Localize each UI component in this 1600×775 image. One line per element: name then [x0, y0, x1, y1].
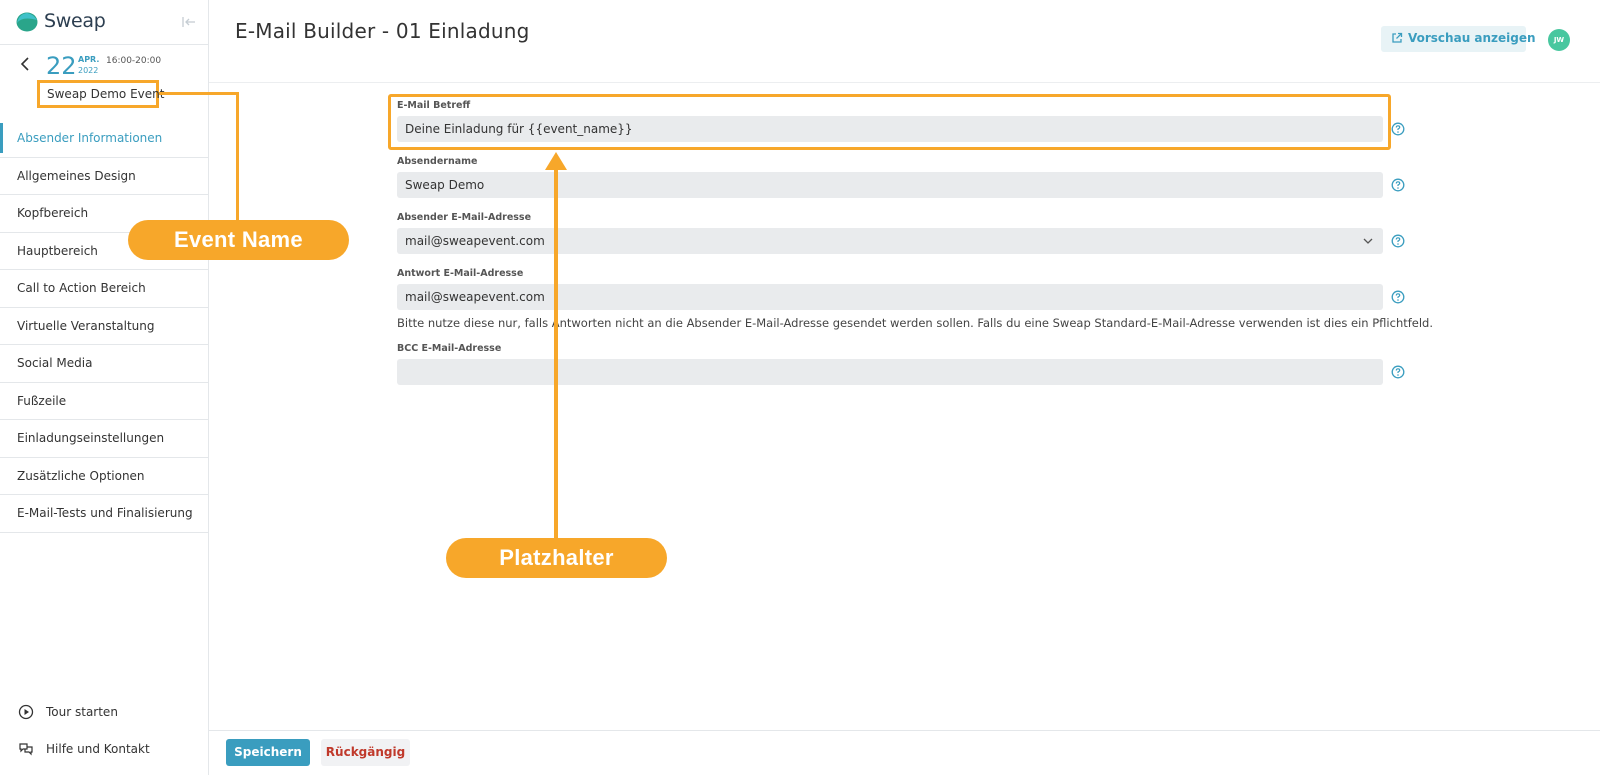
reply-email-label: Antwort E-Mail-Adresse: [397, 268, 524, 279]
chat-bubbles-icon: [19, 743, 33, 756]
subject-highlight-frame: [388, 94, 1391, 150]
sender-name-input[interactable]: [397, 172, 1383, 198]
header-divider: [209, 82, 1600, 83]
reply-email-input[interactable]: [397, 284, 1383, 310]
tour-start-link[interactable]: Tour starten: [18, 703, 203, 723]
sweap-logo-icon: [16, 12, 38, 32]
annotation-event-name: Event Name: [128, 220, 349, 260]
help-contact-label: Hilfe und Kontakt: [46, 742, 150, 756]
page-title: E-Mail Builder - 01 Einladung: [235, 19, 530, 43]
preview-label: Vorschau anzeigen: [1408, 31, 1536, 45]
help-contact-link[interactable]: Hilfe und Kontakt: [18, 740, 203, 760]
help-icon[interactable]: [1391, 122, 1405, 136]
help-icon[interactable]: [1391, 365, 1405, 379]
preview-button[interactable]: Vorschau anzeigen: [1381, 26, 1536, 52]
sidebar-item-zusaetzliche-optionen[interactable]: Zusätzliche Optionen: [0, 458, 209, 495]
sidebar-nav: Absender Informationen Allgemeines Desig…: [0, 120, 209, 533]
avatar[interactable]: JW: [1548, 29, 1570, 51]
play-circle-icon: [18, 704, 34, 720]
reply-email-hint: Bitte nutze diese nur, falls Antworten n…: [397, 316, 1434, 330]
annotation-connector: [159, 92, 239, 95]
annotation-placeholder: Platzhalter: [446, 538, 667, 578]
annotation-connector: [236, 92, 239, 222]
event-month: APR.: [78, 55, 100, 64]
sidebar-item-virtuelle-veranstaltung[interactable]: Virtuelle Veranstaltung: [0, 308, 209, 345]
help-icon[interactable]: [1391, 178, 1405, 192]
footer-bar: [209, 730, 1600, 775]
app-root: Sweap 22 APR. 2022 16:00-20:00 Sweap Dem…: [0, 0, 1600, 775]
tour-start-label: Tour starten: [46, 705, 118, 719]
help-icon[interactable]: [1391, 290, 1405, 304]
sidebar-item-fusszeile[interactable]: Fußzeile: [0, 383, 209, 420]
brand-name: Sweap: [44, 10, 106, 32]
chevron-down-icon[interactable]: [1362, 235, 1374, 247]
event-date: 22 APR. 2022 16:00-20:00: [18, 52, 203, 82]
bcc-email-label: BCC E-Mail-Adresse: [397, 343, 502, 354]
logo-row: Sweap: [16, 10, 201, 34]
sidebar-item-allgemeines-design[interactable]: Allgemeines Design: [0, 158, 209, 195]
event-time: 16:00-20:00: [106, 56, 162, 66]
sidebar: Sweap 22 APR. 2022 16:00-20:00 Sweap Dem…: [0, 0, 209, 775]
sidebar-item-einladungseinstellungen[interactable]: Einladungseinstellungen: [0, 420, 209, 458]
event-year: 2022: [78, 66, 99, 75]
sender-name-label: Absendername: [397, 156, 478, 167]
bcc-email-input[interactable]: [397, 359, 1383, 385]
sender-email-label: Absender E-Mail-Adresse: [397, 212, 532, 223]
annotation-connector: [554, 168, 558, 540]
chevron-left-icon[interactable]: [18, 56, 32, 72]
event-name: Sweap Demo Event: [37, 80, 164, 108]
sidebar-item-email-tests[interactable]: E-Mail-Tests und Finalisierung: [0, 495, 209, 533]
divider: [0, 44, 209, 45]
sender-email-select[interactable]: [397, 228, 1383, 254]
undo-button[interactable]: Rückgängig: [321, 739, 410, 766]
help-icon[interactable]: [1391, 234, 1405, 248]
collapse-sidebar-icon[interactable]: [181, 14, 197, 30]
sidebar-item-call-to-action[interactable]: Call to Action Bereich: [0, 270, 209, 308]
save-button[interactable]: Speichern: [226, 739, 310, 766]
external-link-icon: [1392, 32, 1403, 43]
sidebar-item-absender-informationen[interactable]: Absender Informationen: [0, 120, 209, 158]
sidebar-item-social-media[interactable]: Social Media: [0, 345, 209, 383]
event-day: 22: [46, 52, 77, 80]
